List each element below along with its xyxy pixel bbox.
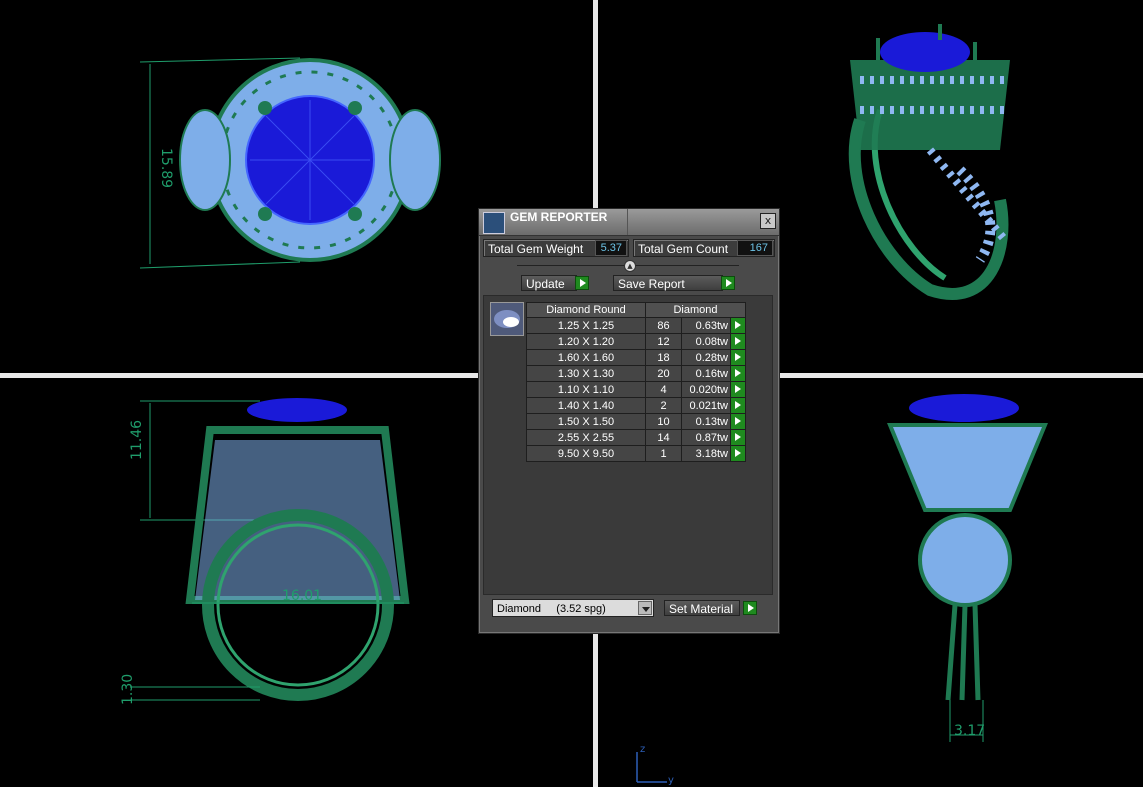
- set-material-button[interactable]: Set Material: [664, 600, 740, 616]
- gem-row[interactable]: 1.30 X 1.30 20 0.16tw: [526, 365, 746, 382]
- gem-weight: 0.16tw: [681, 365, 731, 382]
- gem-size: 1.30 X 1.30: [526, 365, 646, 382]
- gem-reporter-panel: GEM REPORTER x Total Gem Weight 5.37 Tot…: [478, 208, 780, 634]
- gem-size: 1.40 X 1.40: [526, 397, 646, 414]
- gem-count: 12: [645, 333, 682, 350]
- gem-size: 1.25 X 1.25: [526, 317, 646, 334]
- gem-select-arrow-icon[interactable]: [730, 365, 746, 382]
- dimension-side: 3.17: [954, 723, 985, 739]
- gem-weight: 0.021tw: [681, 397, 731, 414]
- gem-row[interactable]: 1.50 X 1.50 10 0.13tw: [526, 413, 746, 430]
- update-button[interactable]: Update: [521, 275, 577, 291]
- front-view[interactable]: 11.46 16.01 1.30: [120, 398, 410, 705]
- gem-weight: 0.28tw: [681, 349, 731, 366]
- perspective-view[interactable]: [848, 24, 1010, 300]
- gem-row[interactable]: 1.25 X 1.25 86 0.63tw: [526, 317, 746, 334]
- gem-weight: 0.63tw: [681, 317, 731, 334]
- gem-count: 4: [645, 381, 682, 398]
- gem-reporter-icon: [483, 212, 505, 234]
- gem-size: 1.10 X 1.10: [526, 381, 646, 398]
- gem-size: 1.50 X 1.50: [526, 413, 646, 430]
- material-select-value: Diamond (3.52 spg): [497, 603, 606, 615]
- update-arrow-icon[interactable]: [575, 276, 589, 290]
- gem-select-arrow-icon[interactable]: [730, 445, 746, 462]
- gem-count: 18: [645, 349, 682, 366]
- gem-table-body: 1.25 X 1.25 86 0.63tw 1.20 X 1.20 12 0.08tw 1.…: [526, 317, 746, 462]
- gem-count: 1: [645, 445, 682, 462]
- gem-count: 14: [645, 429, 682, 446]
- diamond-thumbnail-icon[interactable]: [490, 302, 524, 336]
- gem-weight: 0.87tw: [681, 429, 731, 446]
- total-gem-count-text: Total Gem Count: [638, 242, 729, 256]
- gem-select-arrow-icon[interactable]: [730, 333, 746, 350]
- gem-row[interactable]: 2.55 X 2.55 14 0.87tw: [526, 429, 746, 446]
- dimension-top: 15.89: [158, 148, 174, 188]
- gem-count: 20: [645, 365, 682, 382]
- save-report-button[interactable]: Save Report: [613, 275, 723, 291]
- gem-row[interactable]: 9.50 X 9.50 1 3.18tw: [526, 445, 746, 462]
- dimension-front-height: 11.46: [129, 420, 145, 460]
- diamond-shape: [494, 310, 520, 328]
- gem-shape-header: Diamond Round: [526, 302, 646, 318]
- svg-text:z: z: [640, 744, 645, 755]
- gem-row[interactable]: 1.60 X 1.60 18 0.28tw: [526, 349, 746, 366]
- chevron-up-icon[interactable]: ▲: [624, 260, 636, 272]
- gem-select-arrow-icon[interactable]: [730, 413, 746, 430]
- gem-select-arrow-icon[interactable]: [730, 429, 746, 446]
- chevron-down-icon[interactable]: [638, 601, 652, 615]
- save-report-arrow-icon[interactable]: [721, 276, 735, 290]
- panel-title: GEM REPORTER: [510, 210, 608, 224]
- dimension-front-band: 1.30: [120, 674, 136, 705]
- close-icon[interactable]: x: [760, 213, 776, 229]
- gem-material-header: Diamond: [645, 302, 746, 318]
- gem-select-arrow-icon[interactable]: [730, 317, 746, 334]
- gem-count: 86: [645, 317, 682, 334]
- panel-titlebar[interactable]: GEM REPORTER x: [479, 209, 779, 236]
- material-select[interactable]: Diamond (3.52 spg): [492, 599, 654, 617]
- gem-select-arrow-icon[interactable]: [730, 349, 746, 366]
- gem-size: 9.50 X 9.50: [526, 445, 646, 462]
- total-gem-weight-value: 5.37: [595, 240, 627, 256]
- gem-weight: 3.18tw: [681, 445, 731, 462]
- gem-count: 10: [645, 413, 682, 430]
- gem-select-arrow-icon[interactable]: [730, 381, 746, 398]
- top-view[interactable]: 15.89: [139, 57, 441, 269]
- gem-row[interactable]: 1.40 X 1.40 2 0.021tw: [526, 397, 746, 414]
- title-divider: [627, 209, 628, 235]
- total-gem-count-value: 167: [737, 240, 773, 256]
- gem-select-arrow-icon[interactable]: [730, 397, 746, 414]
- dimension-front-width: 16.01: [282, 588, 322, 604]
- gem-row[interactable]: 1.10 X 1.10 4 0.020tw: [526, 381, 746, 398]
- gem-row[interactable]: 1.20 X 1.20 12 0.08tw: [526, 333, 746, 350]
- gem-weight: 0.08tw: [681, 333, 731, 350]
- gem-size: 1.20 X 1.20: [526, 333, 646, 350]
- gem-table: Diamond Round Diamond 1.25 X 1.25 86 0.63t…: [526, 302, 746, 462]
- gem-list-area[interactable]: Diamond Round Diamond 1.25 X 1.25 86 0.63t…: [483, 295, 773, 595]
- gem-weight: 0.020tw: [681, 381, 731, 398]
- side-view[interactable]: 3.17: [887, 394, 1048, 742]
- gem-weight: 0.13tw: [681, 413, 731, 430]
- total-gem-weight-text: Total Gem Weight: [488, 242, 584, 256]
- axis-gizmo: z y: [636, 744, 674, 786]
- gem-count: 2: [645, 397, 682, 414]
- svg-text:y: y: [668, 775, 674, 786]
- set-material-arrow-icon[interactable]: [743, 601, 757, 615]
- gem-size: 1.60 X 1.60: [526, 349, 646, 366]
- gem-size: 2.55 X 2.55: [526, 429, 646, 446]
